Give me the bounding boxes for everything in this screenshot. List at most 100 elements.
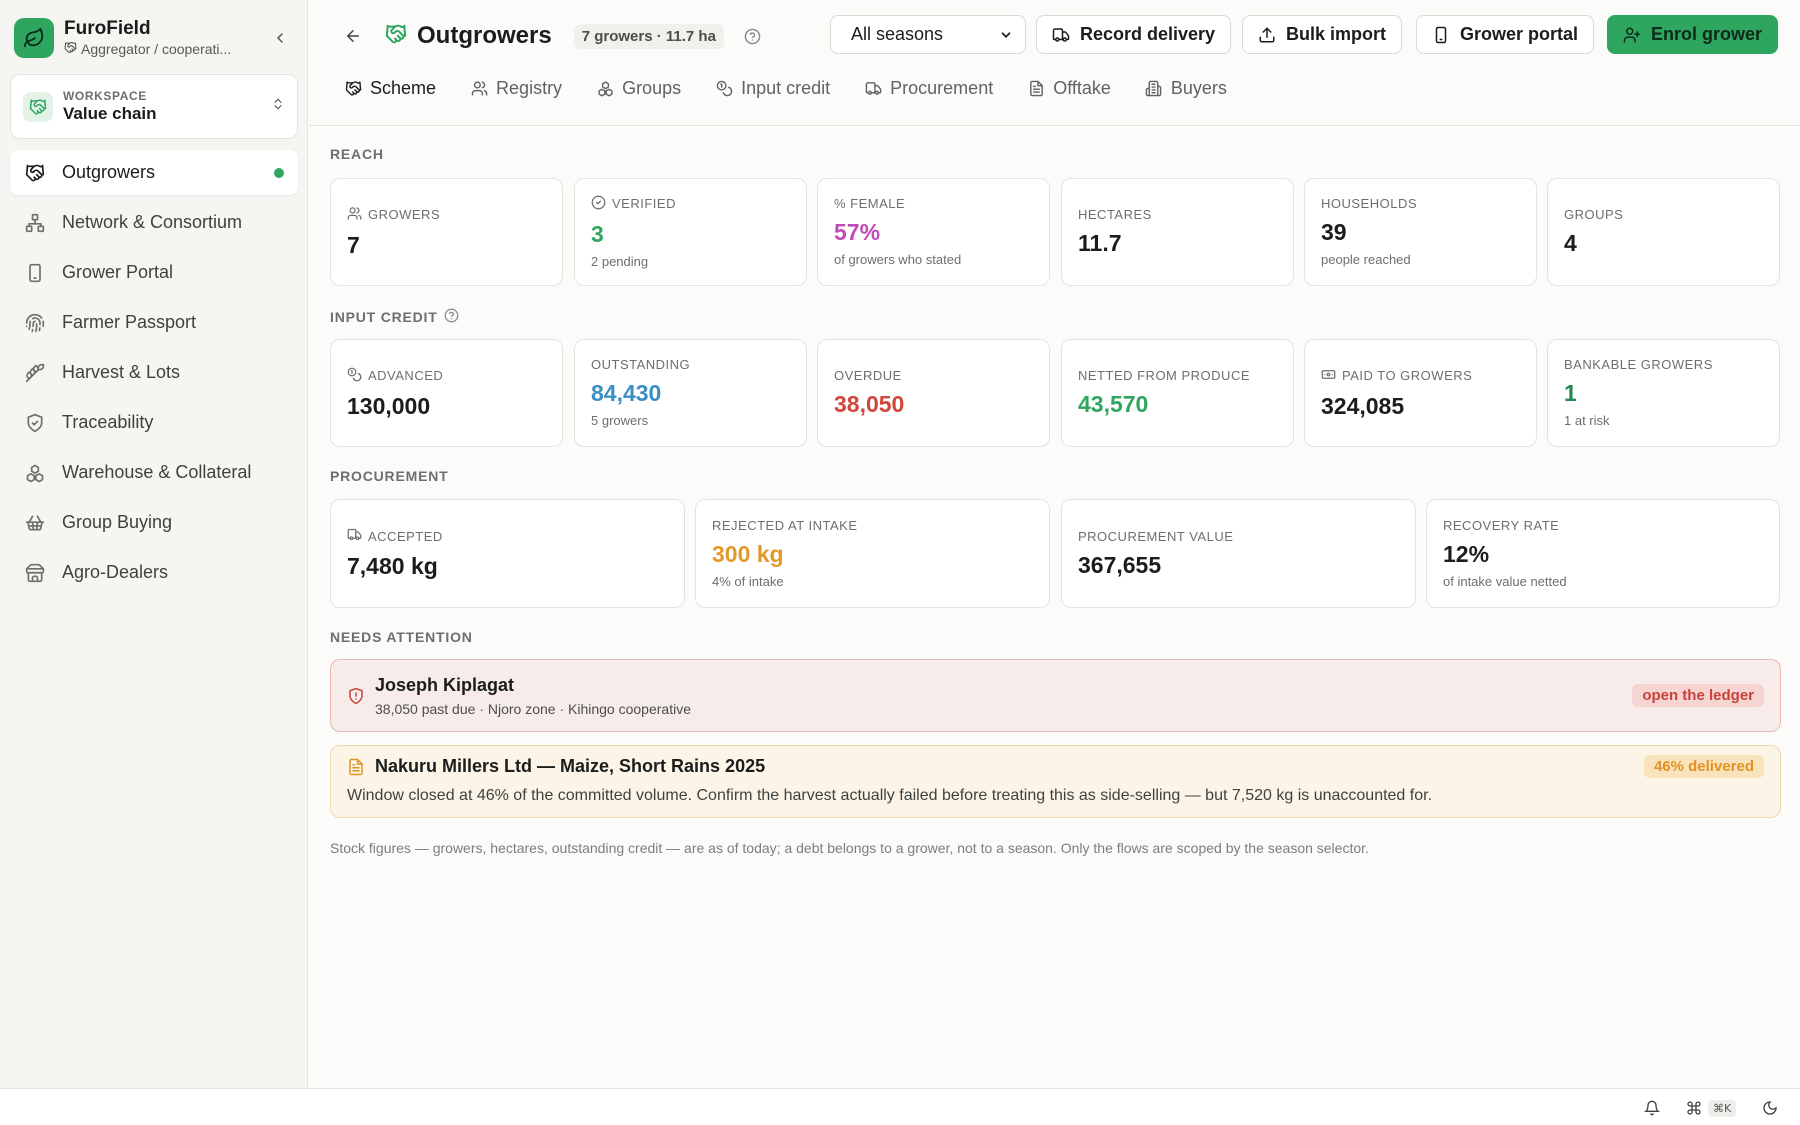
stat-value: 57% bbox=[834, 219, 881, 245]
sidebar-item-grower-portal[interactable]: Grower Portal bbox=[10, 250, 298, 295]
tab-buyers[interactable]: Buyers bbox=[1145, 72, 1227, 104]
users-icon bbox=[470, 79, 488, 97]
grower-portal-label: Grower portal bbox=[1460, 24, 1579, 44]
stat-sub: 1 at risk bbox=[1564, 413, 1610, 428]
brand-role: Aggregator / cooperati... bbox=[81, 41, 232, 57]
page-header: Outgrowers 7 growers · 11.7 ha All seaso… bbox=[309, 0, 1800, 126]
open-ledger-link[interactable]: open the ledger bbox=[1632, 684, 1764, 707]
tab-procurement[interactable]: Procurement bbox=[864, 72, 993, 104]
stat-card-netted: NETTED FROM PRODUCE 43,570 bbox=[1061, 339, 1294, 447]
chevron-left-icon bbox=[276, 33, 283, 43]
sidebar-item-harvest-lots[interactable]: Harvest & Lots bbox=[10, 350, 298, 395]
basket-icon bbox=[24, 512, 46, 534]
stat-sub: of growers who stated bbox=[834, 252, 962, 267]
wheat-icon bbox=[24, 362, 46, 384]
stat-label: OUTSTANDING bbox=[591, 357, 691, 372]
bulk-import-button[interactable]: Bulk import bbox=[1242, 15, 1403, 54]
stat-label: ACCEPTED bbox=[368, 528, 443, 544]
sidebar-item-agro-dealers[interactable]: Agro-Dealers bbox=[10, 550, 298, 595]
sidebar: FuroField Aggregator / cooperati... WORK… bbox=[0, 0, 308, 1088]
stat-card-verified: VERIFIED 3 2 pending bbox=[574, 178, 807, 286]
phone-icon bbox=[1435, 26, 1447, 43]
stat-card-recovery-rate: RECOVERY RATE 12% of intake value netted bbox=[1426, 499, 1780, 608]
stat-label: BANKABLE GROWERS bbox=[1564, 357, 1713, 372]
attention-item-overdue[interactable]: Joseph Kiplagat 38,050 past due · Njoro … bbox=[330, 659, 1781, 732]
stat-sub: of intake value netted bbox=[1443, 573, 1567, 589]
sidebar-item-group-buying[interactable]: Group Buying bbox=[10, 500, 298, 545]
workspace-label: WORKSPACE bbox=[63, 88, 147, 103]
stat-label: HECTARES bbox=[1078, 207, 1152, 222]
stat-value: 1 bbox=[1564, 380, 1577, 406]
tab-offtake[interactable]: Offtake bbox=[1027, 72, 1111, 104]
sidebar-item-farmer-passport[interactable]: Farmer Passport bbox=[10, 300, 298, 345]
stat-card-paid: PAID TO GROWERS 324,085 bbox=[1304, 339, 1537, 447]
help-circle-icon[interactable] bbox=[444, 308, 459, 326]
stat-label: HOUSEHOLDS bbox=[1321, 196, 1418, 211]
section-title-input-credit: INPUT CREDIT bbox=[330, 308, 459, 326]
stat-card-advanced: ADVANCED 130,000 bbox=[330, 339, 563, 447]
network-icon bbox=[24, 212, 46, 234]
chevron-down-icon bbox=[1001, 31, 1011, 38]
sidebar-item-traceability[interactable]: Traceability bbox=[10, 400, 298, 445]
stat-value: 7,480 kg bbox=[347, 553, 438, 579]
truck-icon bbox=[347, 527, 362, 546]
stat-value: 300 kg bbox=[712, 540, 784, 567]
record-delivery-label: Record delivery bbox=[1080, 24, 1216, 44]
attention-body: Window closed at 46% of the committed vo… bbox=[347, 787, 1433, 804]
boxes-icon bbox=[596, 79, 614, 97]
summary-badge: 7 growers · 11.7 ha bbox=[573, 23, 724, 49]
stat-value: 3 bbox=[591, 220, 604, 247]
tab-groups[interactable]: Groups bbox=[596, 72, 681, 104]
stat-sub: 2 pending bbox=[591, 253, 649, 269]
enrol-grower-button[interactable]: Enrol grower bbox=[1607, 15, 1779, 54]
bell-icon[interactable] bbox=[1644, 1098, 1660, 1118]
stat-label: GROUPS bbox=[1564, 207, 1624, 222]
file-text-icon bbox=[347, 758, 365, 781]
stat-card-outstanding: OUTSTANDING 84,430 5 growers bbox=[574, 339, 807, 447]
attention-item-offtake[interactable]: Nakuru Millers Ltd — Maize, Short Rains … bbox=[330, 745, 1781, 818]
tab-bar: Scheme Registry Groups Input credit Proc… bbox=[344, 72, 1261, 104]
grower-portal-button[interactable]: Grower portal bbox=[1416, 15, 1595, 54]
truck-icon bbox=[864, 79, 882, 97]
help-circle-icon[interactable] bbox=[744, 27, 762, 45]
record-delivery-button[interactable]: Record delivery bbox=[1036, 15, 1232, 54]
sidebar-item-network[interactable]: Network & Consortium bbox=[10, 200, 298, 245]
shortcut-hint: ⌘K bbox=[1708, 1099, 1737, 1117]
season-select[interactable]: All seasons bbox=[830, 15, 1026, 54]
tab-input-credit[interactable]: Input credit bbox=[715, 72, 830, 104]
sidebar-item-label: Traceability bbox=[62, 412, 154, 432]
workspace-switcher[interactable]: WORKSPACE Value chain bbox=[10, 74, 298, 139]
handshake-small-icon bbox=[64, 40, 77, 58]
chevron-up-down-icon bbox=[271, 95, 285, 118]
tab-registry[interactable]: Registry bbox=[470, 72, 562, 104]
sidebar-item-label: Farmer Passport bbox=[62, 312, 197, 332]
building-icon bbox=[1145, 79, 1163, 97]
handshake-icon bbox=[24, 162, 46, 184]
sidebar-item-warehouse[interactable]: Warehouse & Collateral bbox=[10, 450, 298, 495]
handshake-icon bbox=[23, 91, 53, 122]
stat-card-accepted: ACCEPTED 7,480 kg bbox=[330, 499, 685, 608]
stat-label: PROCUREMENT VALUE bbox=[1078, 528, 1234, 544]
status-bar: ⌘K bbox=[0, 1088, 1800, 1125]
stat-card-bankable: BANKABLE GROWERS 1 1 at risk bbox=[1547, 339, 1780, 447]
stat-value: 38,050 bbox=[834, 391, 905, 417]
truck-icon bbox=[1052, 27, 1070, 42]
footnote: Stock figures — growers, hectares, outst… bbox=[330, 840, 1369, 856]
sidebar-item-outgrowers[interactable]: Outgrowers bbox=[10, 150, 298, 195]
command-palette-button[interactable]: ⌘K bbox=[1686, 1098, 1737, 1118]
boxes-icon bbox=[24, 462, 46, 484]
collapse-sidebar-button[interactable] bbox=[266, 24, 294, 52]
back-button[interactable] bbox=[339, 22, 367, 50]
stat-card-overdue: OVERDUE 38,050 bbox=[817, 339, 1050, 447]
moon-icon[interactable] bbox=[1762, 1098, 1778, 1118]
stat-sub: people reached bbox=[1321, 252, 1411, 267]
fingerprint-icon bbox=[24, 312, 46, 334]
shield-alert-icon bbox=[347, 687, 365, 710]
stat-value: 4 bbox=[1564, 230, 1577, 256]
tab-scheme[interactable]: Scheme bbox=[344, 72, 436, 104]
check-circle-icon bbox=[591, 195, 606, 214]
active-dot bbox=[274, 167, 284, 178]
sidebar-item-label: Grower Portal bbox=[62, 262, 174, 282]
section-title-attention: NEEDS ATTENTION bbox=[330, 629, 473, 645]
brand: FuroField Aggregator / cooperati... bbox=[14, 16, 294, 60]
